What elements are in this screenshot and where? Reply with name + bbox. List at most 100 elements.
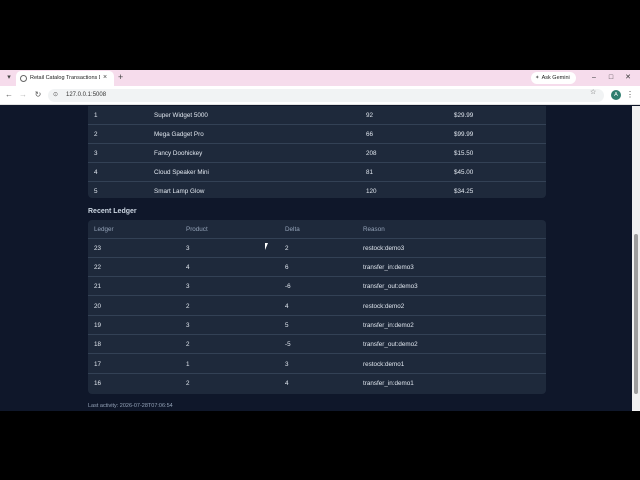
product-name: Cloud Speaker Mini bbox=[154, 169, 209, 176]
tab-title: Retail Catalog Transactions Da bbox=[30, 75, 100, 81]
products-table: 1 Super Widget 5000 92 $29.99 2 Mega Gad… bbox=[88, 106, 546, 198]
table-row: 23 3 2 restock:demo3 bbox=[88, 239, 546, 258]
tab-close-icon[interactable]: × bbox=[103, 73, 107, 83]
ledger-product: 3 bbox=[186, 283, 190, 290]
col-header-delta: Delta bbox=[285, 226, 300, 233]
ledger-reason: restock:demo1 bbox=[363, 361, 405, 368]
product-stock: 81 bbox=[366, 169, 374, 176]
table-row: 4 Cloud Speaker Mini 81 $45.00 bbox=[88, 163, 546, 182]
table-row: 21 3 -6 transfer_out:demo3 bbox=[88, 277, 546, 296]
maximize-button[interactable]: □ bbox=[604, 72, 618, 83]
back-arrow-icon[interactable]: ← bbox=[3, 89, 15, 101]
product-stock: 92 bbox=[366, 112, 374, 119]
ledger-id: 17 bbox=[94, 361, 102, 368]
product-price: $45.00 bbox=[454, 169, 474, 176]
table-row: 17 1 3 restock:demo1 bbox=[88, 355, 546, 374]
col-header-product: Product bbox=[186, 226, 208, 233]
table-row: 19 3 5 transfer_in:demo2 bbox=[88, 316, 546, 335]
ledger-product: 2 bbox=[186, 303, 190, 310]
ledger-reason: transfer_in:demo1 bbox=[363, 380, 414, 387]
new-tab-button[interactable]: + bbox=[118, 72, 123, 83]
table-row: 5 Smart Lamp Glow 120 $34.25 bbox=[88, 182, 546, 201]
product-id: 1 bbox=[94, 112, 98, 119]
site-info-icon[interactable]: ⊙ bbox=[53, 91, 58, 100]
ledger-product: 3 bbox=[186, 245, 190, 252]
video-letterbox-top bbox=[0, 0, 640, 70]
ledger-product: 4 bbox=[186, 264, 190, 271]
product-id: 3 bbox=[94, 150, 98, 157]
ledger-reason: transfer_out:demo2 bbox=[363, 341, 418, 348]
table-row: 18 2 -5 transfer_out:demo2 bbox=[88, 335, 546, 354]
ledger-id: 16 bbox=[94, 380, 102, 387]
ledger-reason: transfer_out:demo3 bbox=[363, 283, 418, 290]
product-price: $34.25 bbox=[454, 188, 474, 195]
browser-menu-icon[interactable]: ⋮ bbox=[626, 89, 634, 101]
ledger-reason: transfer_in:demo2 bbox=[363, 322, 414, 329]
product-price: $15.50 bbox=[454, 150, 474, 157]
table-row: 22 4 6 transfer_in:demo3 bbox=[88, 258, 546, 277]
ledger-product: 3 bbox=[186, 322, 190, 329]
mouse-cursor-icon bbox=[265, 243, 271, 250]
ledger-delta: 3 bbox=[285, 361, 289, 368]
table-row: 2 Mega Gadget Pro 66 $99.99 bbox=[88, 125, 546, 144]
ledger-reason: restock:demo3 bbox=[363, 245, 405, 252]
ledger-id: 19 bbox=[94, 322, 102, 329]
ask-gemini-button[interactable]: ✦ Ask Gemini bbox=[531, 72, 576, 84]
ledger-delta: -5 bbox=[285, 341, 291, 348]
close-window-button[interactable]: ✕ bbox=[621, 72, 635, 83]
profile-avatar[interactable]: A bbox=[611, 90, 621, 100]
ledger-reason: transfer_in:demo3 bbox=[363, 264, 414, 271]
ledger-delta: 5 bbox=[285, 322, 289, 329]
last-activity-text: Last activity: 2026-07-28T07:06:54 bbox=[88, 403, 173, 409]
ledger-product: 2 bbox=[186, 341, 190, 348]
ledger-product: 1 bbox=[186, 361, 190, 368]
product-id: 5 bbox=[94, 188, 98, 195]
col-header-ledger: Ledger bbox=[94, 226, 114, 233]
globe-icon bbox=[20, 75, 27, 82]
table-row: 20 2 4 restock:demo2 bbox=[88, 297, 546, 316]
ask-gemini-label: Ask Gemini bbox=[541, 75, 570, 81]
browser-window: ▾ Retail Catalog Transactions Da × + ✦ As… bbox=[0, 70, 640, 411]
ledger-reason: restock:demo2 bbox=[363, 303, 405, 310]
ledger-id: 20 bbox=[94, 303, 102, 310]
url-text: 127.0.0.1:5008 bbox=[66, 92, 107, 98]
table-row: 16 2 4 transfer_in:demo1 bbox=[88, 374, 546, 393]
tab-strip: ▾ Retail Catalog Transactions Da × + ✦ As… bbox=[0, 70, 640, 86]
address-bar[interactable]: ⊙ 127.0.0.1:5008 bbox=[48, 89, 604, 102]
tab-retail-catalog[interactable]: Retail Catalog Transactions Da × bbox=[16, 71, 114, 86]
ledger-id: 18 bbox=[94, 341, 102, 348]
recent-ledger-heading: Recent Ledger bbox=[88, 208, 137, 215]
product-stock: 208 bbox=[366, 150, 377, 157]
product-name: Super Widget 5000 bbox=[154, 112, 208, 119]
product-stock: 66 bbox=[366, 131, 374, 138]
ledger-delta: 4 bbox=[285, 303, 289, 310]
forward-arrow-icon[interactable]: → bbox=[17, 89, 29, 101]
address-toolbar: ← → ↻ ⊙ 127.0.0.1:5008 ☆ A ⋮ bbox=[0, 86, 640, 105]
ledger-delta: 4 bbox=[285, 380, 289, 387]
ledger-delta: 6 bbox=[285, 264, 289, 271]
product-id: 2 bbox=[94, 131, 98, 138]
video-letterbox-bottom bbox=[0, 411, 640, 480]
ledger-product: 2 bbox=[186, 380, 190, 387]
bookmark-star-icon[interactable]: ☆ bbox=[590, 88, 596, 97]
table-row: 3 Fancy Doohickey 208 $15.50 bbox=[88, 144, 546, 163]
ledger-delta: -6 bbox=[285, 283, 291, 290]
tab-search-icon[interactable]: ▾ bbox=[4, 73, 14, 83]
reload-icon[interactable]: ↻ bbox=[32, 89, 44, 101]
product-id: 4 bbox=[94, 169, 98, 176]
page-content: 1 Super Widget 5000 92 $29.99 2 Mega Gad… bbox=[0, 106, 632, 411]
table-row: 1 Super Widget 5000 92 $29.99 bbox=[88, 106, 546, 125]
product-price: $29.99 bbox=[454, 112, 474, 119]
page-scrollbar[interactable] bbox=[632, 106, 640, 411]
table-header-row: Ledger Product Delta Reason bbox=[88, 220, 546, 239]
ledger-id: 21 bbox=[94, 283, 102, 290]
ledger-delta: 2 bbox=[285, 245, 289, 252]
product-stock: 120 bbox=[366, 188, 377, 195]
ledger-id: 23 bbox=[94, 245, 102, 252]
ledger-table: Ledger Product Delta Reason 23 3 2 resto… bbox=[88, 220, 546, 394]
scrollbar-thumb[interactable] bbox=[634, 234, 638, 394]
minimize-button[interactable]: – bbox=[587, 72, 601, 83]
col-header-reason: Reason bbox=[363, 226, 385, 233]
product-price: $99.99 bbox=[454, 131, 474, 138]
product-name: Fancy Doohickey bbox=[154, 150, 203, 157]
